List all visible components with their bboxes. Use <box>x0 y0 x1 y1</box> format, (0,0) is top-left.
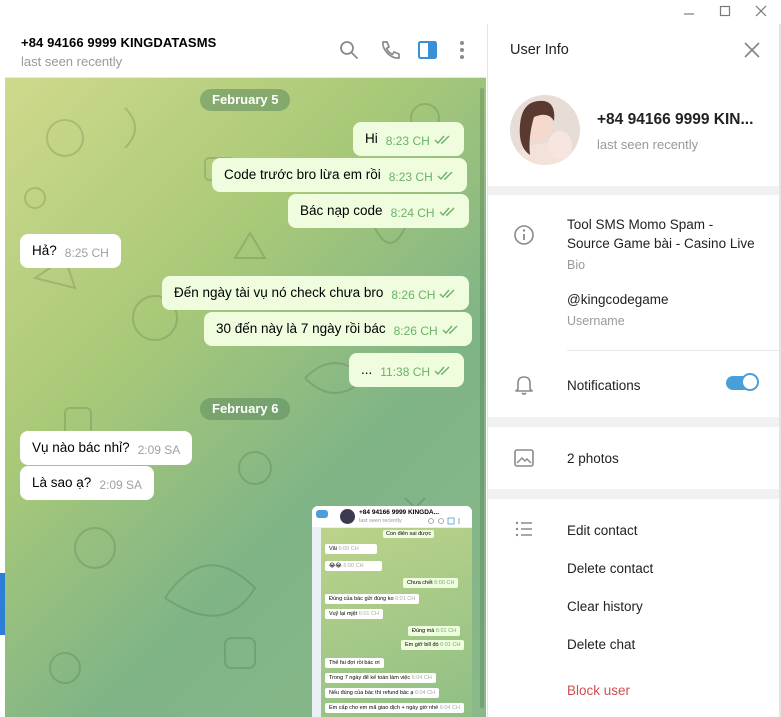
username-label: Username <box>567 314 625 328</box>
message-text: Code trước bro lừa em rồi <box>224 167 381 182</box>
read-check-icon <box>442 314 460 335</box>
message-bubble[interactable]: Là sao ạ? 2:09 SA <box>20 466 155 500</box>
date-separator: February 6 <box>200 398 291 420</box>
photo-line: Nếu đúng của bác thì refund bác ạ 6:04 C… <box>325 688 440 698</box>
photo-message[interactable]: +84 94166 9999 KINGDA... last seen recen… <box>312 506 472 717</box>
message-bubble[interactable]: Vụ nào bác nhỉ? 2:09 SA <box>20 431 193 465</box>
photo-sidebar-strip <box>312 528 321 717</box>
photo-line: Đúng của bác gửi đúng ko 6:01 CH <box>325 594 420 604</box>
media-section[interactable]: 2 photos <box>488 427 779 489</box>
photo-header-icons <box>428 512 462 525</box>
panel-title: User Info <box>510 42 569 58</box>
photo-line: Vãi 6:00 CH <box>325 544 377 554</box>
message-time: 8:26 CH <box>391 288 436 302</box>
actions-section: Edit contact Delete contact Clear histor… <box>488 499 779 717</box>
maximize-icon[interactable] <box>707 2 743 22</box>
photo-chat-header: +84 94166 9999 KINGDA... last seen recen… <box>312 506 472 528</box>
message-text: Bác nạp code <box>300 203 383 218</box>
bell-icon <box>512 372 536 396</box>
message-text: Đến ngày tài vụ nó check chưa bro <box>174 285 384 300</box>
sidebar-toggle-icon[interactable] <box>417 39 439 61</box>
read-check-icon <box>434 355 452 376</box>
photo-chat-status: last seen recently <box>359 518 402 524</box>
photo-line: 😂😂 6:00 CH <box>325 561 382 571</box>
photo-line: Vuỹ lại mjệt 6:01 CH <box>325 609 383 619</box>
photo-icon <box>512 446 536 470</box>
photo-line: Trong 7 ngày để kế toán làm việc 6:04 CH <box>325 673 436 683</box>
list-icon <box>512 517 536 541</box>
message-time: 8:23 CH <box>385 134 430 148</box>
photo-line: Thế fai đợi rồi bác ơi <box>325 658 384 668</box>
message-time: 8:26 CH <box>393 324 438 338</box>
back-badge-icon <box>316 510 328 518</box>
read-check-icon <box>439 278 457 299</box>
clear-history-button[interactable]: Clear history <box>567 599 643 614</box>
chat-title[interactable]: +84 94166 9999 KINGDATASMS <box>21 35 216 50</box>
edit-contact-button[interactable]: Edit contact <box>567 523 638 538</box>
message-bubble[interactable]: 30 đến này là 7 ngày rồi bác 8:26 CH <box>204 312 472 346</box>
chat-status: last seen recently <box>21 54 123 69</box>
message-text: Là sao ạ? <box>32 475 92 490</box>
notifications-label: Notifications <box>567 378 641 393</box>
photo-line: Đúng mà 6:01 CH <box>408 626 461 636</box>
chat-scrollbar[interactable] <box>480 88 484 708</box>
photo-line: Em cấp cho em mã giao dịch + ngày giờ nh… <box>325 703 464 713</box>
message-time: 8:24 CH <box>390 206 435 220</box>
read-check-icon <box>439 196 457 217</box>
message-text: Hi <box>365 131 378 146</box>
minimize-icon[interactable] <box>671 2 707 22</box>
user-name: +84 94166 9999 KIN... <box>597 111 754 128</box>
window-titlebar <box>0 0 781 24</box>
divider <box>567 350 779 351</box>
message-time: 11:38 CH <box>380 365 431 379</box>
bio-label: Bio <box>567 258 586 272</box>
bio-line: Source Game bài - Casino Live <box>567 236 755 251</box>
delete-contact-button[interactable]: Delete contact <box>567 561 653 576</box>
block-user-button[interactable]: Block user <box>567 683 630 698</box>
toggle-knob <box>741 373 759 391</box>
message-bubble[interactable]: Hi 8:23 CH <box>353 122 464 156</box>
message-text: Hả? <box>32 243 57 258</box>
photos-count[interactable]: 2 photos <box>567 451 619 466</box>
message-time: 8:23 CH <box>388 170 433 184</box>
message-bubble[interactable]: Bác nạp code 8:24 CH <box>288 194 469 228</box>
close-icon[interactable] <box>743 2 779 22</box>
read-check-icon <box>434 124 452 145</box>
photo-chat-area: Con điên sai được Vãi 6:00 CH 😂😂 6:00 CH… <box>321 528 472 717</box>
username-value[interactable]: @kingcodegame <box>567 292 669 307</box>
message-bubble[interactable]: ... 11:38 CH <box>349 353 465 387</box>
user-status: last seen recently <box>597 137 699 152</box>
message-time: 8:25 CH <box>64 246 109 260</box>
user-info-panel: User Info +84 94166 9999 KIN... last see… <box>487 24 781 717</box>
photo-avatar <box>340 509 355 524</box>
message-text: ... <box>361 362 373 377</box>
message-bubble[interactable]: Hả? 8:25 CH <box>20 234 121 268</box>
more-vertical-icon[interactable] <box>453 39 475 61</box>
notifications-toggle[interactable] <box>726 373 759 391</box>
photo-line: Con điên sai được <box>383 530 435 538</box>
message-time: 2:09 SA <box>99 478 143 492</box>
bio-line: Tool SMS Momo Spam - <box>567 217 714 232</box>
message-text: Vụ nào bác nhỉ? <box>32 440 130 455</box>
chat-history[interactable]: February 5 Hi 8:23 CH Code trước bro lừa … <box>5 78 486 717</box>
photo-line: Chưa chết 6:00 CH <box>403 578 459 588</box>
phone-icon[interactable] <box>379 39 401 61</box>
chat-header[interactable]: +84 94166 9999 KINGDATASMS last seen rec… <box>5 24 486 78</box>
read-check-icon <box>437 160 455 181</box>
search-icon[interactable] <box>338 39 360 61</box>
message-bubble[interactable]: Đến ngày tài vụ nó check chưa bro 8:26 CH <box>162 276 470 310</box>
delete-chat-button[interactable]: Delete chat <box>567 637 635 652</box>
profile-section: User Info +84 94166 9999 KIN... last see… <box>488 24 779 186</box>
message-time: 2:09 SA <box>137 443 181 457</box>
photo-line: Em giỡ bill đó 6:01 CH <box>401 640 465 650</box>
avatar[interactable] <box>510 95 580 165</box>
message-text: 30 đến này là 7 ngày rồi bác <box>216 321 386 336</box>
message-bubble[interactable]: Code trước bro lừa em rồi 8:23 CH <box>212 158 467 192</box>
info-icon <box>512 223 536 247</box>
close-panel-icon[interactable] <box>743 41 761 59</box>
date-separator: February 5 <box>200 89 291 111</box>
